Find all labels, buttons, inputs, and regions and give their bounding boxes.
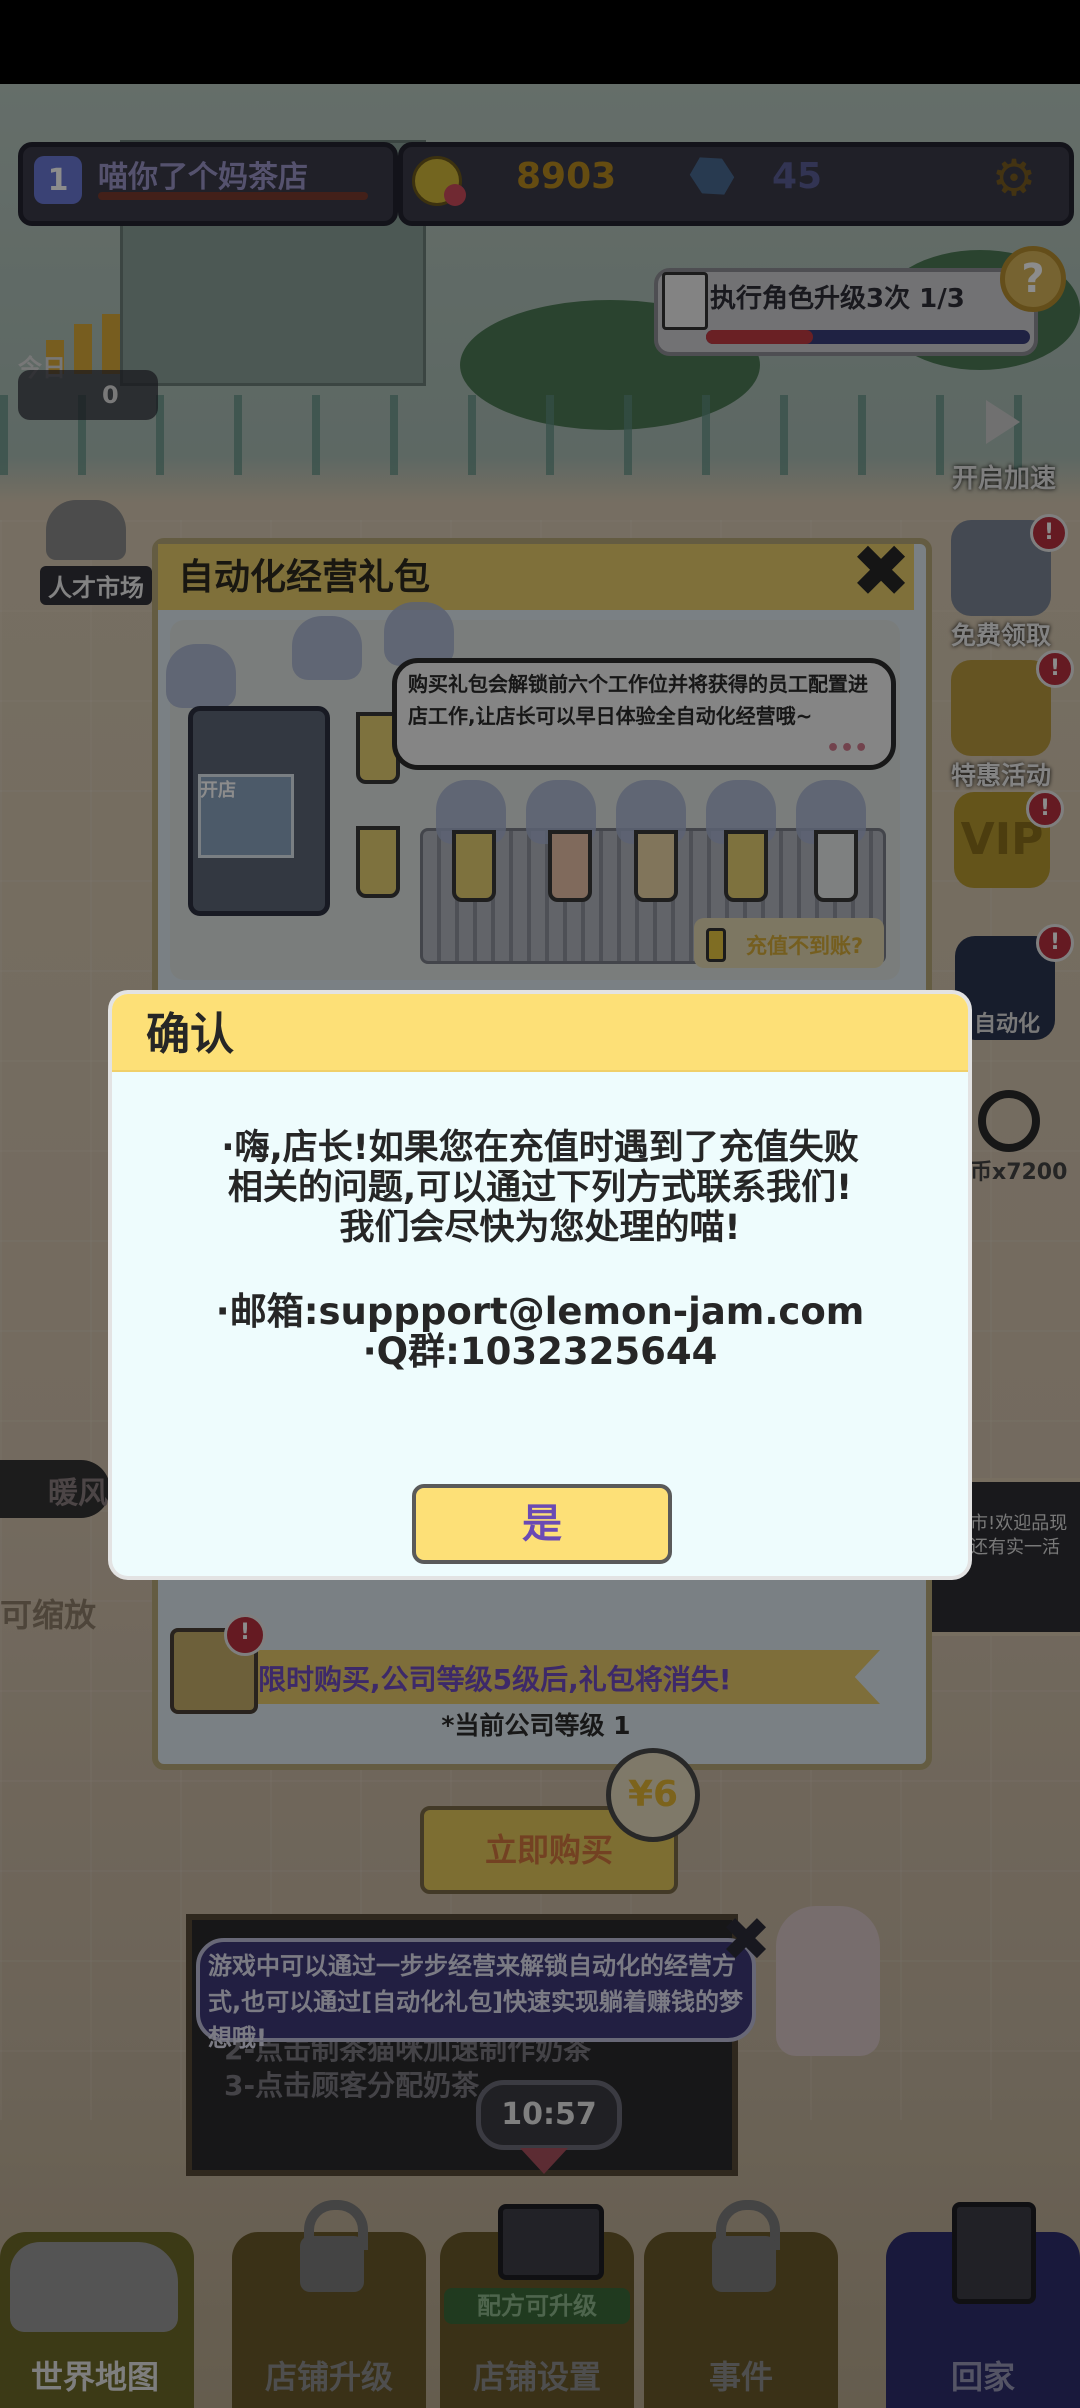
confirm-dialog-title: 确认 (146, 1009, 234, 1060)
confirm-dialog-header (112, 994, 968, 1072)
support-email: ·邮箱:suppport@lemon-jam.com (215, 1290, 865, 1333)
contact-info: ·邮箱:suppport@lemon-jam.com ·Q群:103232564… (112, 1292, 968, 1372)
message-line: 我们会尽快为您处理的喵! (339, 1208, 741, 1248)
message-line: ·嗨,店长!如果您在充值时遇到了充值失败 (221, 1128, 859, 1168)
yes-button[interactable]: 是 (412, 1484, 672, 1564)
status-bar (0, 0, 1080, 84)
message-line: 相关的问题,可以通过下列方式联系我们! (227, 1168, 853, 1208)
support-qq-group: ·Q群:1032325644 (362, 1330, 718, 1373)
confirm-dialog-message: ·嗨,店长!如果您在充值时遇到了充值失败 相关的问题,可以通过下列方式联系我们!… (112, 1128, 968, 1248)
